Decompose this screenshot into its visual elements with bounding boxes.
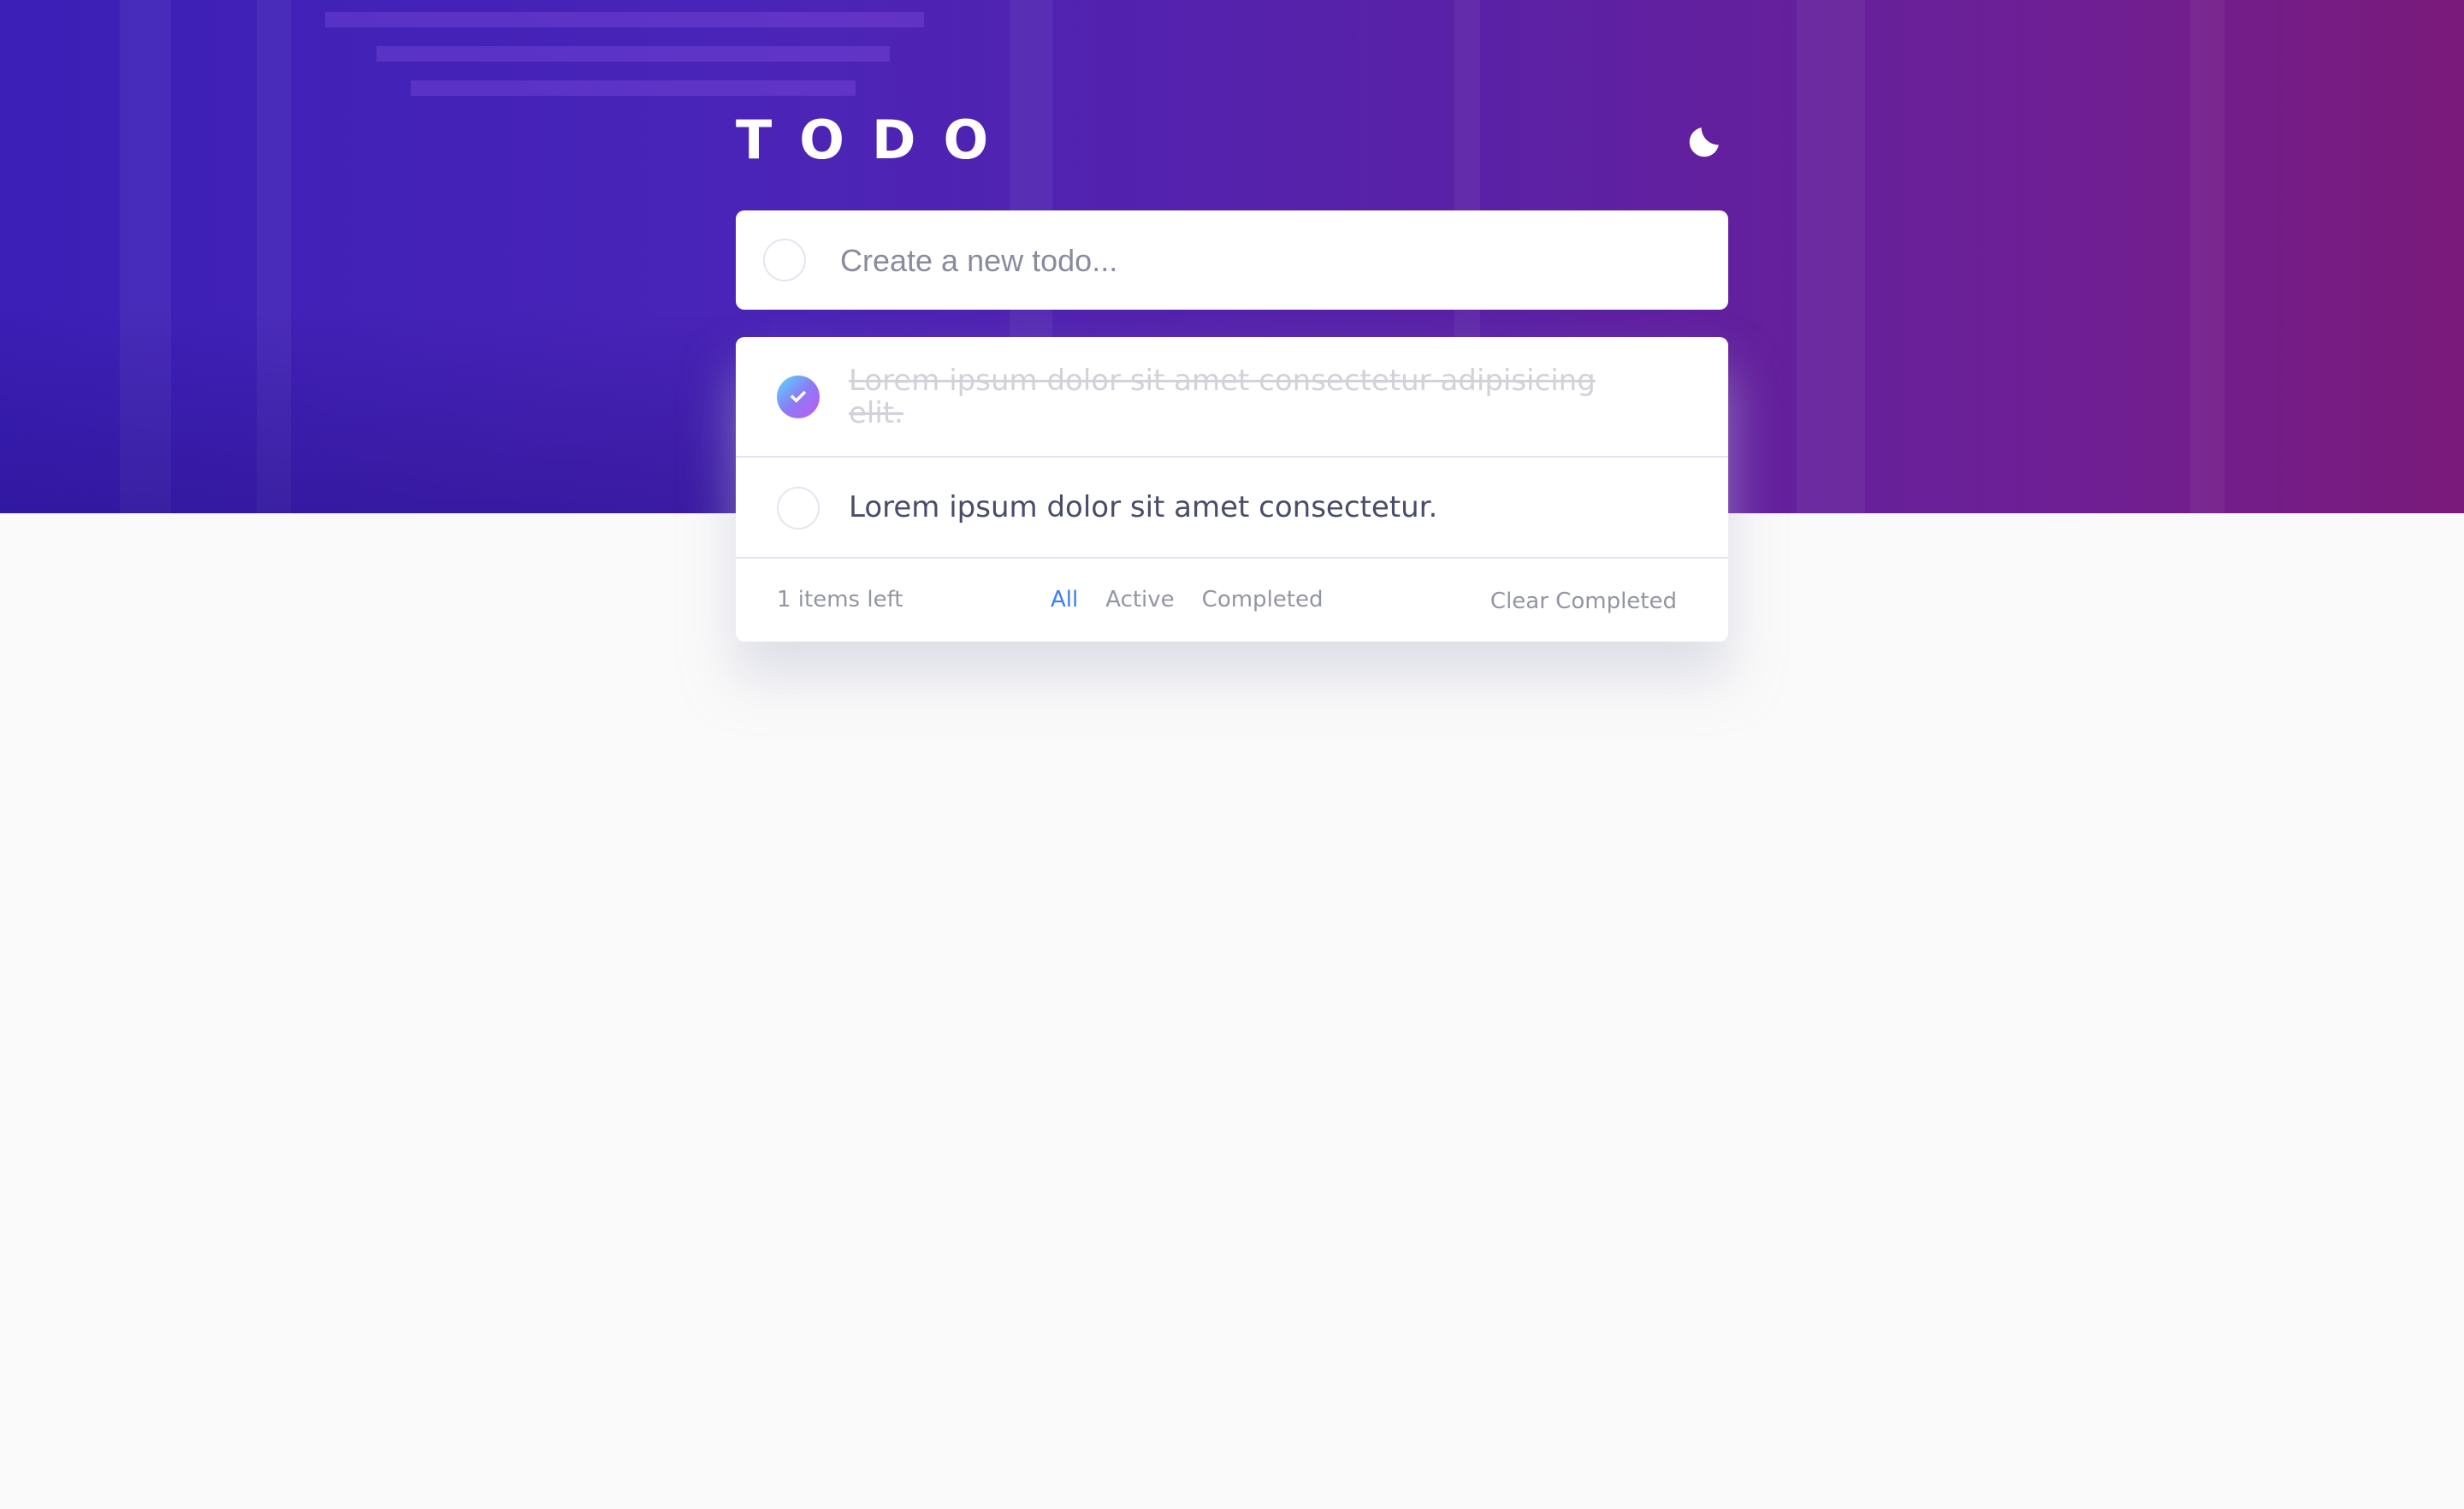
hero-stripe bbox=[2190, 0, 2224, 513]
hero-beam bbox=[411, 80, 856, 96]
todo-checkbox-checked[interactable] bbox=[777, 376, 820, 418]
filter-completed[interactable]: Completed bbox=[1202, 559, 1324, 642]
theme-toggle-button[interactable] bbox=[1680, 118, 1728, 166]
header: TODO bbox=[736, 103, 1728, 180]
new-todo-toggle[interactable] bbox=[763, 239, 806, 281]
clear-completed-button[interactable]: Clear Completed bbox=[1490, 560, 1677, 642]
hero-beam bbox=[325, 12, 924, 27]
moon-icon bbox=[1689, 127, 1719, 157]
new-todo-input[interactable] bbox=[838, 210, 1697, 311]
todo-text: Lorem ipsum dolor sit amet consectetur a… bbox=[849, 364, 1596, 430]
filter-group: All Active Completed bbox=[1051, 559, 1323, 642]
filter-active[interactable]: Active bbox=[1105, 559, 1174, 642]
new-todo-form bbox=[736, 210, 1728, 311]
hero-beam bbox=[376, 46, 890, 62]
todo-list: Lorem ipsum dolor sit amet consectetur a… bbox=[736, 337, 1728, 642]
check-icon bbox=[790, 390, 807, 403]
app-title: TODO bbox=[736, 109, 1016, 171]
todo-text: Lorem ipsum dolor sit amet consectetur. bbox=[849, 490, 1438, 524]
todo-footer: 1 items left All Active Completed Clear … bbox=[736, 559, 1728, 642]
filter-all[interactable]: All bbox=[1051, 559, 1078, 642]
items-left-count: 1 items left bbox=[777, 587, 903, 612]
todo-checkbox[interactable] bbox=[777, 487, 820, 530]
todo-item[interactable]: Lorem ipsum dolor sit amet consectetur a… bbox=[736, 337, 1728, 458]
hero-floor bbox=[0, 308, 770, 513]
hero-stripe bbox=[1797, 0, 1865, 513]
todo-item[interactable]: Lorem ipsum dolor sit amet consectetur. bbox=[736, 458, 1728, 559]
